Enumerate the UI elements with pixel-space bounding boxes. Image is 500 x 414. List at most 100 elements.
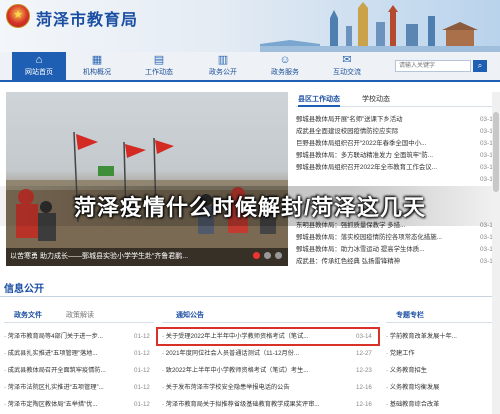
notice-date: 12-16 — [356, 401, 372, 408]
list-item[interactable]: · 义务教育均衡发展 — [386, 381, 490, 394]
list-item[interactable]: · 菏泽市教育局等4部门关于进一步... 01-12 — [4, 330, 156, 343]
divider — [162, 322, 378, 323]
news-date: 03-1 — [480, 140, 493, 147]
list-item[interactable]: · 成武县扎实推进“五项管理”落地... 01-12 — [4, 347, 156, 360]
tab-school-news[interactable]: 学校动态 — [362, 94, 390, 104]
news-title[interactable]: 鄄城县教体局组织召开2022年全市教育工作会议... — [296, 163, 474, 173]
highlight-box — [156, 327, 380, 346]
document-title[interactable]: · 菏泽市定陶区教体局“五举措”优... — [4, 398, 130, 411]
list-item[interactable]: · 致2022年上半年中小学教师资格考试（笔试）考生... 12-23 — [162, 364, 378, 377]
document-title[interactable]: · 菏泽市法院区扎实推进“五项管理”... — [4, 381, 130, 394]
list-item[interactable]: 鄄城县教体局开展“名师”送课下乡活动 03-1 — [296, 115, 500, 125]
document-title[interactable]: · 成武县教体局召开全面筑牢疫情防... — [4, 364, 130, 377]
topic-title[interactable]: · 学前教育改革发展十年... — [386, 330, 490, 343]
search-input[interactable] — [395, 60, 471, 72]
notice-date: 12-16 — [356, 384, 372, 391]
students-photo — [6, 131, 288, 266]
nav-interaction[interactable]: ✉ 互动交流 — [320, 54, 374, 78]
topic-title[interactable]: · 义务教育均衡发展 — [386, 381, 490, 394]
home-icon: ⌂ — [35, 54, 43, 66]
nav-government-affairs[interactable]: ▥ 政务公开 — [196, 54, 250, 78]
city-skyline-banner — [260, 2, 500, 52]
list-item[interactable]: 鄄城县教体局组织召开2022年全市教育工作会议... 03-1 — [296, 163, 500, 173]
divider — [4, 322, 154, 323]
nav-work-news-label: 工作动态 — [145, 69, 173, 76]
site-title: 菏泽市教育局 — [36, 12, 139, 29]
section-title-info-disclosure: 信息公开 — [4, 284, 44, 295]
document-title[interactable]: · 菏泽市教育局等4部门关于进一步... — [4, 330, 130, 343]
news-date: 03-1 — [480, 128, 493, 135]
notice-title[interactable]: · 2021年度同位社会人员普通话测试（11-12月份... — [162, 347, 348, 360]
list-item[interactable]: · 基础教育综合改革 — [386, 398, 490, 411]
list-item[interactable]: · 学前教育改革发展十年... — [386, 330, 490, 343]
scrollbar[interactable] — [492, 92, 500, 414]
list-item[interactable]: 巨野县教体局组织召开“2022年春季全国中小... 03-1 — [296, 139, 500, 149]
nav-home-label: 网站首页 — [25, 69, 53, 76]
tab-special-topics[interactable]: 专题专栏 — [396, 310, 424, 320]
list-item[interactable]: · 成武县教体局召开全面筑牢疫情防... 01-12 — [4, 364, 156, 377]
news-title[interactable]: 鄄城县教体局：多方联动精准发力 全面筑牢“防... — [296, 151, 474, 161]
document-date: 01-12 — [134, 367, 150, 374]
nav-organization[interactable]: ▦ 机构概况 — [70, 54, 124, 78]
notice-title[interactable]: · 致2022年上半年中小学教师资格考试（笔试）考生... — [162, 364, 348, 377]
news-title[interactable]: 鄄城县教体局：助力冰雪运动 提高学生体质... — [296, 245, 474, 255]
nav-government-services[interactable]: ☺ 政务服务 — [258, 54, 312, 78]
chat-icon: ✉ — [342, 54, 352, 66]
news-date: 03-1 — [480, 234, 493, 241]
list-item[interactable]: 成武县全面建设校园疫情防控应实际 03-1 — [296, 127, 500, 137]
list-item[interactable]: 鄄城县教体局：助力冰雪运动 提高学生体质... 03-1 — [296, 245, 500, 255]
nav-work-news[interactable]: ▤ 工作动态 — [132, 54, 186, 78]
news-title[interactable]: 巨野县教体局组织召开“2022年春季全国中小... — [296, 139, 474, 149]
scrollbar-thumb[interactable] — [493, 112, 499, 192]
news-date: 03-1 — [480, 258, 493, 265]
site-header: 菏泽市教育局 — [0, 0, 500, 52]
tab-policy-interpretation[interactable]: 政策解读 — [66, 310, 94, 320]
national-emblem-logo — [6, 4, 30, 28]
building-icon: ▦ — [91, 54, 103, 66]
list-item[interactable]: 鄄城县教体局：多方联动精准发力 全面筑牢“防... 03-1 — [296, 151, 500, 161]
list-item[interactable]: · 2021年度同位社会人员普通话测试（11-12月份... 12-27 — [162, 347, 378, 360]
notice-title[interactable]: · 菏泽市教育局关于拟推荐省级基础教育教学成果奖评审... — [162, 398, 348, 411]
list-item[interactable]: 03-1 — [296, 175, 500, 185]
news-date: 03-1 — [480, 164, 493, 171]
topic-title[interactable]: · 基础教育综合改革 — [386, 398, 490, 411]
list-item[interactable]: · 菏泽市法院区扎实推进“五项管理”... 01-12 — [4, 381, 156, 394]
news-title[interactable]: 鄄城县教体局：落实校园疫情防控各项常态化措施... — [296, 233, 474, 243]
list-item[interactable]: 成武县：传承红色经典 弘扬雷锋精神 03-1 — [296, 257, 500, 267]
nav-interaction-label: 互动交流 — [333, 69, 361, 76]
divider — [0, 296, 500, 297]
carousel-dots — [251, 252, 282, 261]
news-title[interactable]: 成武县：传承红色经典 弘扬雷锋精神 — [296, 257, 474, 267]
nav-government-services-label: 政务服务 — [271, 69, 299, 76]
list-item[interactable]: · 关于发布菏泽市学校安全隐患举报电话的公告 12-16 — [162, 381, 378, 394]
notice-date: 12-23 — [356, 367, 372, 374]
notice-date: 12-27 — [356, 350, 372, 357]
nav-organization-label: 机构概况 — [83, 69, 111, 76]
document-date: 01-12 — [134, 350, 150, 357]
news-tabs: 县区工作动态 学校动态 — [296, 92, 500, 107]
notice-title[interactable]: · 关于发布菏泽市学校安全隐患举报电话的公告 — [162, 381, 348, 394]
list-item[interactable]: · 党建工作 — [386, 347, 490, 360]
news-title[interactable]: 成武县全面建设校园疫情防控应实际 — [296, 127, 474, 137]
list-item[interactable]: 鄄城县教体局：落实校园疫情防控各项常态化措施... 03-1 — [296, 233, 500, 243]
topic-title[interactable]: · 义务教育招生 — [386, 364, 490, 377]
topic-title[interactable]: · 党建工作 — [386, 347, 490, 360]
document-date: 01-12 — [134, 333, 150, 340]
tab-county-news[interactable]: 县区工作动态 — [298, 94, 340, 107]
carousel-dot[interactable] — [253, 252, 261, 259]
document-title[interactable]: · 成武县扎实推进“五项管理”落地... — [4, 347, 130, 360]
news-photo-carousel[interactable]: 以苦寒勇 助力成长——鄄城县实验小学学生赴“齐鲁君鹏... — [6, 92, 288, 266]
list-item[interactable]: · 义务教育招生 — [386, 364, 490, 377]
tab-notices[interactable]: 通知公告 — [176, 310, 204, 320]
tab-government-documents[interactable]: 政务文件 — [14, 310, 42, 320]
nav-home[interactable]: ⌂ 网站首页 — [12, 52, 66, 80]
list-item[interactable]: · 菏泽市教育局关于拟推荐省级基础教育教学成果奖评审... 12-16 — [162, 398, 378, 411]
news-date: 03-1 — [480, 246, 493, 253]
carousel-dot[interactable] — [264, 252, 272, 259]
list-item[interactable]: · 菏泽市定陶区教体局“五举措”优... 01-12 — [4, 398, 156, 411]
search-button[interactable]: ⌕ — [473, 60, 487, 72]
photo-caption[interactable]: 以苦寒勇 助力成长——鄄城县实验小学学生赴“齐鲁君鹏... — [6, 248, 288, 266]
news-title[interactable]: 鄄城县教体局开展“名师”送课下乡活动 — [296, 115, 474, 125]
news-date: 03-1 — [480, 152, 493, 159]
carousel-dot[interactable] — [275, 252, 282, 259]
